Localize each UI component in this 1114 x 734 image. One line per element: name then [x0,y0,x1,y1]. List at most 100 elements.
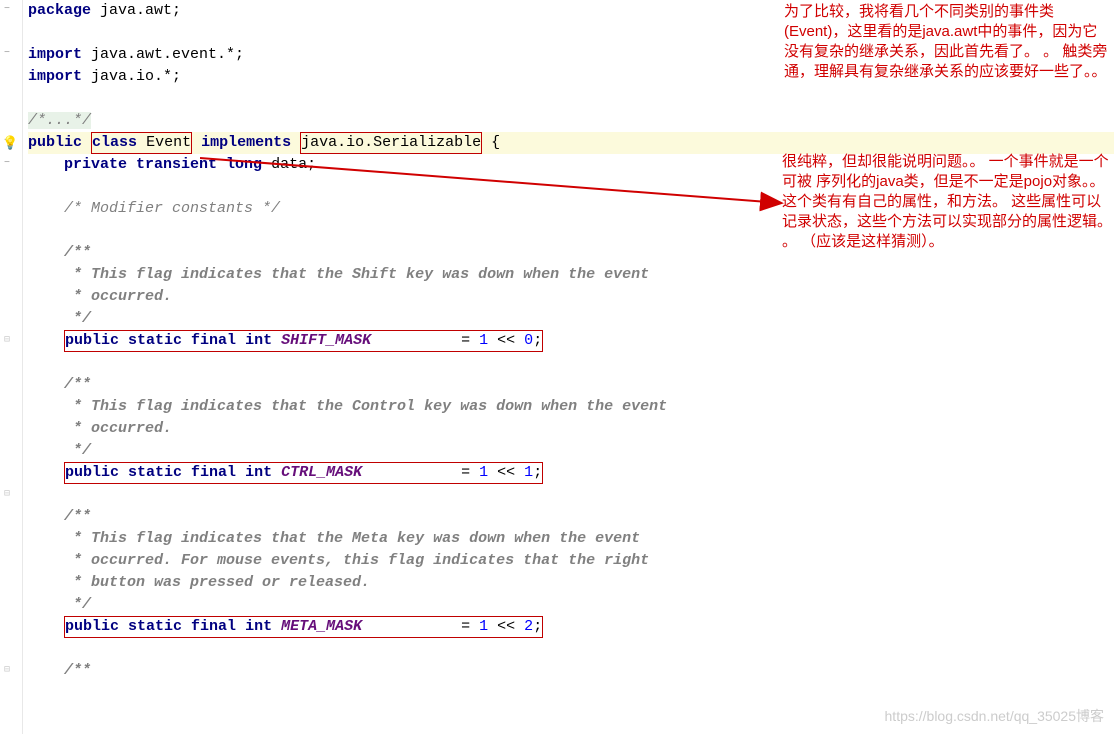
folded-doc: /*...*/ [28,112,91,129]
class-name: Event [146,134,191,151]
annotation-mid: 很纯粹，但却很能说明问题。。 一个事件就是一个可被 序列化的java类，但是不一… [782,152,1112,252]
keyword: static [119,332,182,349]
keyword: public [65,618,119,635]
pad [371,332,461,349]
brace: { [482,134,500,151]
doc-line: /** [28,660,1114,682]
package-name: java.awt; [91,2,181,19]
javadoc: */ [28,442,91,459]
bulb-icon[interactable]: 💡 [2,136,18,151]
import-stmt: java.awt.event.*; [82,46,244,63]
doc-line: * button was pressed or released. [28,572,1114,594]
equals: = [461,332,479,349]
doc-line: /** [28,374,1114,396]
const-decl-box: public static final int CTRL_MASK = 1 <<… [64,462,543,484]
fold-minus-icon[interactable]: − [4,158,10,169]
keyword: static [119,464,182,481]
operator: << [488,332,524,349]
fold-marker-icon: ⊟ [4,488,10,500]
const-decl-box: public static final int SHIFT_MASK = 1 <… [64,330,543,352]
number: 1 [479,618,488,635]
keyword: public [65,464,119,481]
javadoc: /** [28,244,91,261]
equals: = [461,618,479,635]
pad [362,464,461,481]
keyword: private [64,156,127,173]
class-keyword-box: class Event [91,132,192,154]
doc-line: */ [28,308,1114,330]
javadoc: * button was pressed or released. [28,574,370,591]
folded-comment-line[interactable]: /*...*/ [28,110,1114,132]
const-decl-box: public static final int META_MASK = 1 <<… [64,616,543,638]
keyword: final [182,618,236,635]
keyword: public [28,134,82,151]
fold-marker-icon: ⊟ [4,334,10,346]
number: 2 [524,618,533,635]
doc-line: * occurred. [28,418,1114,440]
semicolon: ; [533,332,542,349]
annotation-top: 为了比较，我将看几个不同类别的事件类(Event)，这里看的是java.awt中… [784,2,1109,82]
fold-minus-icon[interactable]: − [4,48,10,59]
editor-gutter: − − + 💡 − ⊟ ⊟ ⊟ [0,0,23,734]
blank-line [28,352,1114,374]
keyword: int [236,332,272,349]
keyword: long [217,156,262,173]
blank-line [28,638,1114,660]
number: 1 [479,464,488,481]
doc-line: * This flag indicates that the Shift key… [28,264,1114,286]
indent [28,156,64,173]
interface-box: java.io.Serializable [300,132,482,154]
semicolon: ; [533,464,542,481]
javadoc: */ [28,596,91,613]
const-name: SHIFT_MASK [272,332,371,349]
number: 1 [524,464,533,481]
const-name: META_MASK [272,618,362,635]
doc-line: /** [28,506,1114,528]
number: 0 [524,332,533,349]
javadoc: */ [28,310,91,327]
keyword: transient [127,156,217,173]
interface-name: java.io.Serializable [301,134,481,151]
keyword: class [92,134,137,151]
pad [362,618,461,635]
block-comment: /* Modifier constants */ [28,200,280,217]
import-stmt: java.io.*; [82,68,181,85]
keyword: import [28,68,82,85]
const-line: public static final int SHIFT_MASK = 1 <… [28,330,1114,352]
doc-line: * This flag indicates that the Meta key … [28,528,1114,550]
equals: = [461,464,479,481]
keyword: package [28,2,91,19]
doc-line: * occurred. For mouse events, this flag … [28,550,1114,572]
class-decl-line: public class Event implements java.io.Se… [28,132,1114,154]
keyword: int [236,464,272,481]
fold-minus-icon[interactable]: − [4,4,10,15]
keyword: public [65,332,119,349]
javadoc: * occurred. [28,288,172,305]
keyword: int [236,618,272,635]
semicolon: ; [307,156,316,173]
code-editor[interactable]: package java.awt; import java.awt.event.… [22,0,1114,734]
javadoc: * This flag indicates that the Control k… [28,398,667,415]
blank-line [28,484,1114,506]
field-name: data [262,156,307,173]
fold-marker-icon: ⊟ [4,664,10,676]
javadoc: * occurred. [28,420,172,437]
doc-line: */ [28,594,1114,616]
semicolon: ; [533,618,542,635]
javadoc: * This flag indicates that the Meta key … [28,530,640,547]
indent [28,618,64,635]
keyword: final [182,332,236,349]
number: 1 [479,332,488,349]
keyword: implements [201,134,291,151]
javadoc: /** [28,508,91,525]
doc-line: */ [28,440,1114,462]
const-name: CTRL_MASK [272,464,362,481]
javadoc: /** [28,376,91,393]
operator: << [488,618,524,635]
doc-line: * This flag indicates that the Control k… [28,396,1114,418]
javadoc: * occurred. For mouse events, this flag … [28,552,649,569]
indent [28,332,64,349]
javadoc: * This flag indicates that the Shift key… [28,266,649,283]
blank-line [28,88,1114,110]
indent [28,464,64,481]
